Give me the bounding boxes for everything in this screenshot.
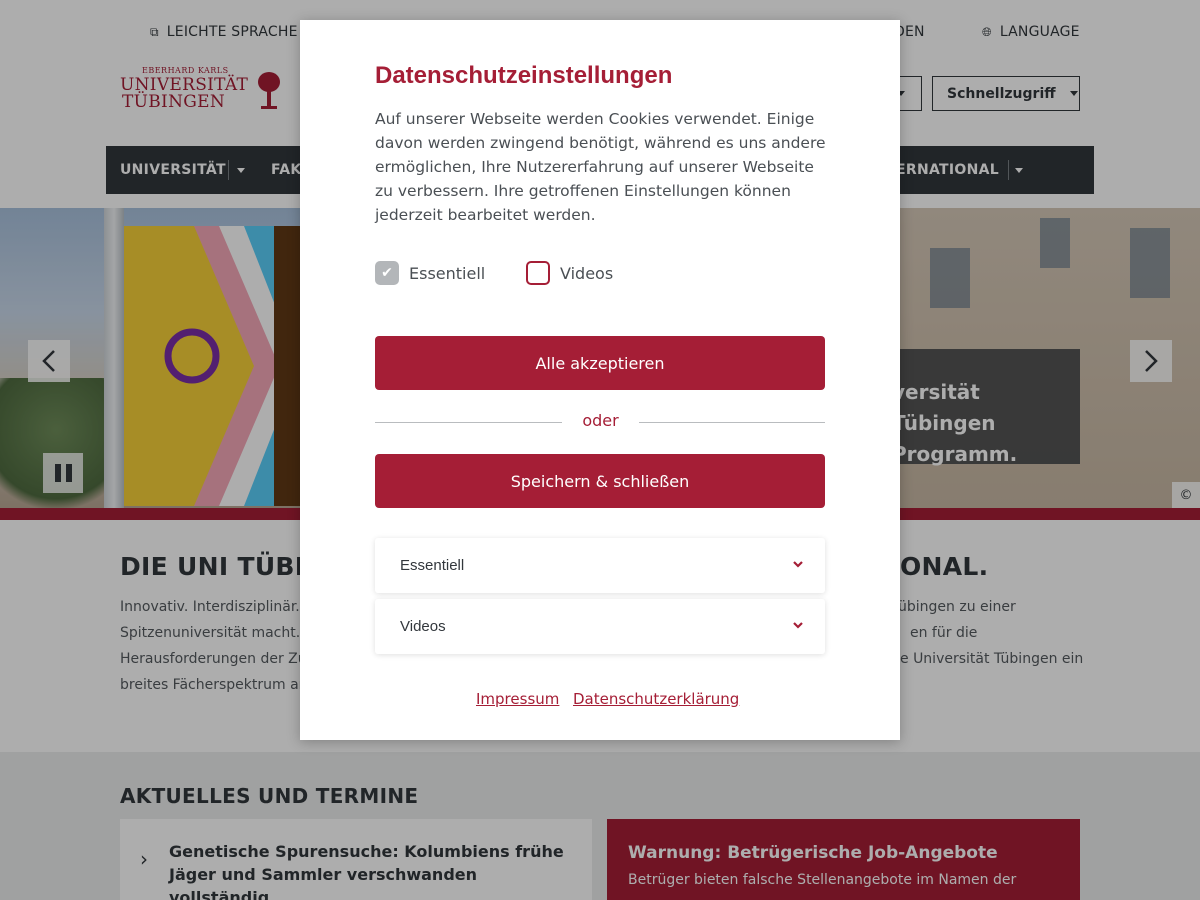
videos-checkbox-label: Videos: [560, 263, 614, 283]
accept-all-button[interactable]: Alle akzeptieren: [375, 336, 825, 390]
chevron-down-icon: [793, 561, 803, 568]
accordion-essential-label: Essentiell: [400, 557, 465, 574]
accordion-videos-label: Videos: [400, 618, 446, 635]
essential-checkbox-label: Essentiell: [409, 263, 486, 283]
accordion-videos[interactable]: Videos: [375, 599, 825, 654]
accordion-essential[interactable]: Essentiell: [375, 538, 825, 593]
checkmark-icon: ✔: [375, 261, 399, 285]
chevron-down-icon: [793, 622, 803, 629]
divider-line: [639, 422, 825, 423]
essential-checkbox[interactable]: ✔ Essentiell: [375, 261, 485, 285]
divider-line: [375, 422, 562, 423]
dialog-description: Auf unserer Webseite werden Cookies verw…: [375, 107, 830, 227]
impressum-link[interactable]: Impressum: [476, 690, 559, 708]
dialog-text-line: zu verbessern. Ihre getroffenen Einstell…: [375, 182, 791, 200]
videos-checkbox[interactable]: Videos: [526, 261, 613, 285]
privacy-settings-dialog: Datenschutzeinstellungen Auf unserer Web…: [300, 20, 900, 740]
save-and-close-button[interactable]: Speichern & schließen: [375, 454, 825, 508]
or-divider-label: oder: [582, 411, 619, 430]
dialog-text-line: ermöglichen, Ihre Nutzererfahrung auf un…: [375, 158, 814, 176]
privacy-policy-link[interactable]: Datenschutzerklärung: [573, 690, 739, 708]
dialog-text-line: davon werden zwingend benötigt, während …: [375, 134, 826, 152]
dialog-text-line: Auf unserer Webseite werden Cookies verw…: [375, 110, 815, 128]
dialog-title: Datenschutzeinstellungen: [375, 62, 673, 89]
checkbox-box: [526, 261, 550, 285]
dialog-text-line: jederzeit bearbeitet werden.: [375, 206, 596, 224]
